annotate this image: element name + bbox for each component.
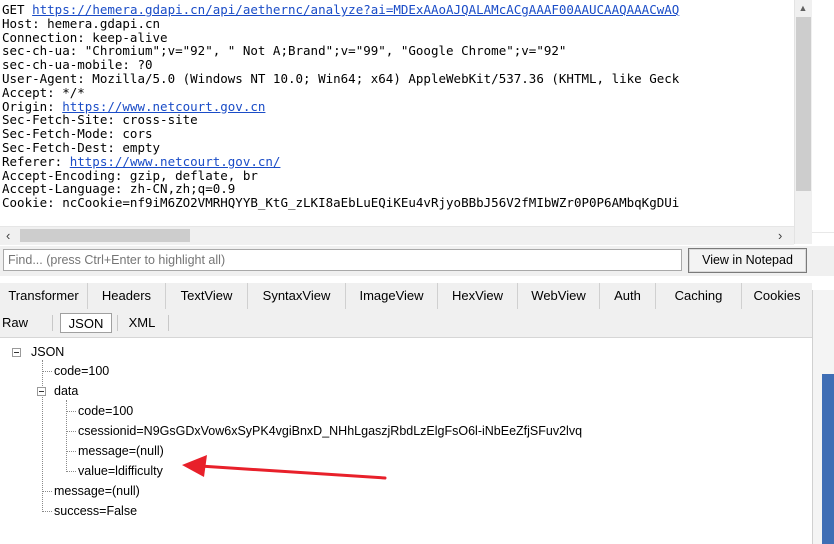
request-line: Accept: */* — [2, 84, 679, 100]
divider — [117, 315, 118, 331]
subtab-xml[interactable]: XML — [124, 313, 160, 333]
tab-imageview[interactable]: ImageView — [346, 283, 438, 309]
request-line-text: Accept-Language: zh-CN,zh;q=0.9 — [2, 181, 236, 197]
request-line-text: GET — [2, 2, 33, 17]
tree-connector — [42, 491, 52, 492]
tree-connector — [42, 511, 52, 512]
format-subtabs: Raw JSON XML — [0, 309, 812, 338]
request-text[interactable]: GET https://hemera.gdapi.cn/api/aethernc… — [2, 3, 679, 210]
request-line: Cookie: ncCookie=nf9iM6ZO2VMRHQYYB_KtG_z… — [2, 196, 679, 210]
divider — [168, 315, 169, 331]
request-link[interactable]: https://www.netcourt.gov.cn — [62, 99, 265, 114]
tree-connector — [42, 360, 43, 512]
vertical-scrollbar[interactable]: ▲ — [794, 0, 813, 244]
scroll-up-arrow-icon[interactable]: ▲ — [798, 2, 808, 14]
tab-textview[interactable]: TextView — [166, 283, 248, 309]
find-input[interactable] — [3, 249, 682, 271]
divider — [812, 290, 813, 544]
request-line-text: Origin: — [2, 98, 63, 114]
request-line: Referer: https://www.netcourt.gov.cn/ — [2, 153, 679, 169]
tree-node-code[interactable]: code=100 — [54, 363, 109, 379]
tree-node-data-code[interactable]: code=100 — [78, 403, 133, 419]
request-line: Connection: keep-alive — [2, 29, 679, 45]
request-line-text: Sec-Fetch-Dest: empty — [2, 139, 161, 155]
tree-node-json[interactable]: JSON — [31, 344, 64, 360]
json-tree[interactable]: JSON code=100 data code=100 csessionid=N… — [0, 338, 812, 544]
tree-connector — [42, 371, 52, 372]
request-line: sec-ch-ua: "Chromium";v="92", " Not A;Br… — [2, 44, 679, 58]
tree-connector — [66, 451, 76, 452]
tree-node-data-message[interactable]: message=(null) — [78, 443, 164, 459]
request-line-text: sec-ch-ua: "Chromium";v="92", " Not A;Br… — [2, 43, 567, 59]
tab-headers[interactable]: Headers — [88, 283, 166, 309]
tree-node-data[interactable]: data — [54, 383, 78, 399]
request-line-text: sec-ch-ua-mobile: ?0 — [2, 57, 153, 73]
request-line: Sec-Fetch-Dest: empty — [2, 141, 679, 155]
request-line-text: User-Agent: Mozilla/5.0 (Windows NT 10.0… — [2, 70, 680, 86]
request-line: Sec-Fetch-Site: cross-site — [2, 113, 679, 127]
request-line-text: Referer: — [2, 153, 70, 169]
vertical-scroll-thumb[interactable] — [796, 17, 811, 191]
request-line-text: Sec-Fetch-Site: cross-site — [2, 112, 198, 128]
tab-hexview[interactable]: HexView — [438, 283, 518, 309]
request-link[interactable]: https://hemera.gdapi.cn/api/aethernc/ana… — [32, 2, 679, 17]
request-line: Host: hemera.gdapi.cn — [2, 15, 679, 31]
subtab-raw[interactable]: Raw — [0, 313, 30, 333]
request-line-text: Accept-Encoding: gzip, deflate, br — [2, 167, 258, 183]
view-in-notepad-button[interactable]: View in Notepad — [688, 248, 807, 273]
request-line: Accept-Encoding: gzip, deflate, br — [2, 167, 679, 183]
request-line: Accept-Language: zh-CN,zh;q=0.9 — [2, 182, 679, 196]
collapse-data-icon[interactable] — [37, 387, 46, 396]
tab-caching[interactable]: Caching — [656, 283, 742, 309]
request-line: sec-ch-ua-mobile: ?0 — [2, 58, 679, 72]
tab-webview[interactable]: WebView — [518, 283, 600, 309]
horizontal-scrollbar[interactable]: ‹ › — [0, 226, 794, 245]
tab-transformer[interactable]: Transformer — [0, 283, 88, 309]
tree-node-message[interactable]: message=(null) — [54, 483, 140, 499]
scroll-left-arrow-icon[interactable]: ‹ — [6, 227, 10, 245]
background-window-edge — [822, 374, 834, 544]
divider — [812, 232, 834, 233]
tree-connector — [66, 411, 76, 412]
horizontal-scroll-thumb[interactable] — [20, 229, 190, 242]
tree-connector — [66, 471, 76, 472]
divider — [52, 315, 53, 331]
tree-node-csessionid[interactable]: csessionid=N9GsGDxVow6xSyPK4vgiBnxD_NHhL… — [78, 423, 582, 439]
request-line: User-Agent: Mozilla/5.0 (Windows NT 10.0… — [2, 72, 679, 86]
request-raw-panel[interactable]: GET https://hemera.gdapi.cn/api/aethernc… — [0, 0, 812, 226]
response-inspector-tabs: Transformer Headers TextView SyntaxView … — [0, 283, 812, 310]
collapse-root-icon[interactable] — [12, 348, 21, 357]
tab-cookies[interactable]: Cookies — [742, 283, 812, 309]
tab-auth[interactable]: Auth — [600, 283, 656, 309]
request-line-text: Cookie: ncCookie=nf9iM6ZO2VMRHQYYB_KtG_z… — [2, 195, 680, 211]
request-link[interactable]: https://www.netcourt.gov.cn/ — [70, 154, 281, 169]
request-line-text: Host: hemera.gdapi.cn — [2, 15, 161, 31]
tree-node-success[interactable]: success=False — [54, 503, 137, 519]
tree-connector — [66, 431, 76, 432]
request-line-text: Connection: keep-alive — [2, 29, 168, 45]
tree-node-value[interactable]: value=ldifficulty — [78, 463, 163, 479]
request-line: Origin: https://www.netcourt.gov.cn — [2, 98, 679, 114]
request-line-text: Accept: */* — [2, 84, 85, 100]
request-line-text: Sec-Fetch-Mode: cors — [2, 126, 153, 142]
request-line: GET https://hemera.gdapi.cn/api/aethernc… — [2, 3, 679, 17]
scroll-right-arrow-icon[interactable]: › — [778, 227, 782, 245]
find-bar: View in Notepad — [0, 246, 834, 276]
subtab-json[interactable]: JSON — [60, 313, 112, 333]
tab-syntaxview[interactable]: SyntaxView — [248, 283, 346, 309]
request-line: Sec-Fetch-Mode: cors — [2, 127, 679, 141]
